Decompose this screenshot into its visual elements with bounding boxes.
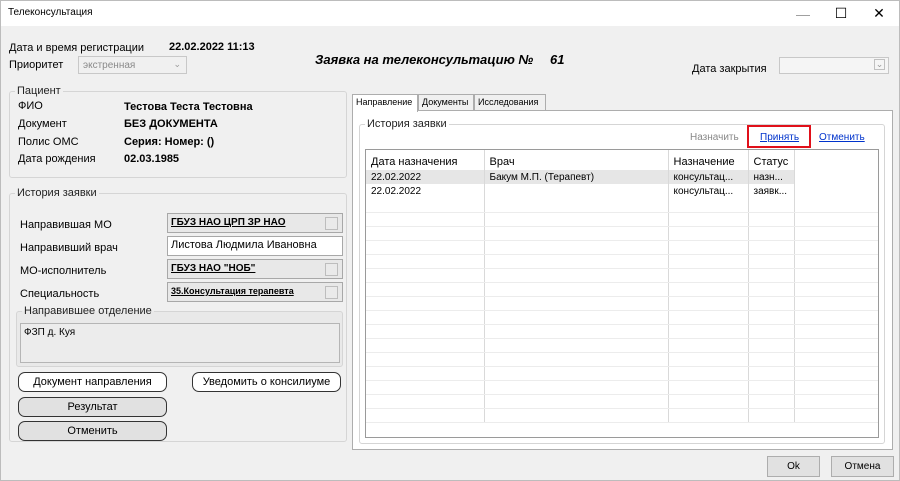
tab-examinations[interactable]: Исследования bbox=[474, 94, 546, 111]
title-bar: Телеконсультация — ☐ ✕ bbox=[1, 1, 899, 26]
dob-label: Дата рождения bbox=[18, 153, 96, 165]
department-value: ФЗП д. Куя bbox=[24, 327, 76, 338]
close-date-picker[interactable]: ⌄ bbox=[779, 57, 889, 74]
specialty-value: 35.Консультация терапевта bbox=[171, 286, 294, 296]
ref-mo-value: ГБУЗ НАО ЦРП ЗР НАО bbox=[171, 217, 286, 228]
department-field: ФЗП д. Куя bbox=[20, 323, 340, 363]
ok-button[interactable]: Ok bbox=[767, 456, 820, 477]
oms-value: Серия: Номер: () bbox=[124, 136, 215, 148]
ref-doctor-value: Листова Людмила Ивановна bbox=[171, 239, 317, 251]
referral-document-button[interactable]: Документ направления bbox=[18, 372, 167, 392]
history-table: Дата назначения Врач Назначение Статус 2… bbox=[366, 150, 878, 423]
dob-value: 02.03.1985 bbox=[124, 153, 180, 165]
registration-label: Дата и время регистрации bbox=[9, 42, 145, 54]
col-purpose-header[interactable]: Назначение bbox=[668, 150, 749, 170]
chevron-down-icon: ⌄ bbox=[173, 59, 181, 69]
window-title: Телеконсультация bbox=[8, 7, 93, 18]
ref-mo-field: ГБУЗ НАО ЦРП ЗР НАО bbox=[167, 213, 343, 233]
specialty-label: Специальность bbox=[20, 288, 100, 300]
notify-council-button[interactable]: Уведомить о консилиуме bbox=[192, 372, 341, 392]
specialty-field: 35.Консультация терапевта bbox=[167, 282, 343, 302]
row-doctor: Бакум М.П. (Терапевт) bbox=[484, 170, 669, 184]
accept-link[interactable]: Принять bbox=[760, 132, 799, 143]
row-status: назн... bbox=[748, 170, 795, 184]
row-date: 22.02.2022 bbox=[366, 170, 485, 184]
empty-row bbox=[366, 198, 878, 213]
empty-row bbox=[366, 380, 878, 395]
col-status-header[interactable]: Статус bbox=[748, 150, 795, 170]
ref-mo-label: Направившая МО bbox=[20, 219, 112, 231]
table-row[interactable]: 22.02.2022 консультац... заявк... bbox=[366, 184, 878, 198]
priority-value: экстренная bbox=[83, 60, 136, 71]
row-doctor bbox=[484, 184, 669, 198]
row-purpose: консультац... bbox=[668, 184, 749, 198]
cancel-request-button[interactable]: Отменить bbox=[18, 421, 167, 441]
ref-mo-lookup-button[interactable] bbox=[325, 217, 338, 230]
priority-label: Приоритет bbox=[9, 59, 64, 71]
header-row: Дата назначения Врач Назначение Статус bbox=[366, 150, 878, 170]
table-row[interactable]: 22.02.2022 Бакум М.П. (Терапевт) консуль… bbox=[366, 170, 878, 184]
document-value: БЕЗ ДОКУМЕНТА bbox=[124, 118, 218, 130]
empty-row bbox=[366, 254, 878, 269]
oms-label: Полис ОМС bbox=[18, 136, 79, 148]
empty-row bbox=[366, 324, 878, 339]
empty-row bbox=[366, 226, 878, 241]
footer-cancel-button[interactable]: Отмена bbox=[831, 456, 894, 477]
request-title: Заявка на телеконсультацию № bbox=[315, 52, 534, 67]
empty-row bbox=[366, 310, 878, 325]
ref-doctor-label: Направивший врач bbox=[20, 242, 118, 254]
empty-row bbox=[366, 240, 878, 255]
assign-action[interactable]: Назначить bbox=[690, 132, 739, 143]
history-panel-legend: История заявки bbox=[367, 118, 447, 130]
empty-row bbox=[366, 212, 878, 227]
empty-row bbox=[366, 296, 878, 311]
ref-doctor-field: Листова Людмила Ивановна bbox=[167, 236, 343, 256]
history-grid: Дата назначения Врач Назначение Статус 2… bbox=[365, 149, 879, 438]
specialty-lookup-button[interactable] bbox=[325, 286, 338, 299]
close-date-label: Дата закрытия bbox=[692, 63, 767, 75]
result-button[interactable]: Результат bbox=[18, 397, 167, 417]
row-filler bbox=[794, 184, 878, 198]
empty-row bbox=[366, 408, 878, 423]
empty-row bbox=[366, 338, 878, 353]
registration-value: 22.02.2022 11:13 bbox=[169, 41, 255, 53]
close-icon[interactable]: ✕ bbox=[860, 1, 898, 26]
document-label: Документ bbox=[18, 118, 67, 130]
row-purpose: консультац... bbox=[668, 170, 749, 184]
empty-row bbox=[366, 352, 878, 367]
col-doctor-header[interactable]: Врач bbox=[484, 150, 669, 170]
exec-mo-label: МО-исполнитель bbox=[20, 265, 107, 277]
exec-mo-value: ГБУЗ НАО "НОБ" bbox=[171, 263, 256, 274]
fio-value: Тестова Теста Тестовна bbox=[124, 101, 253, 113]
request-history-legend: История заявки bbox=[17, 187, 97, 199]
teleconsultation-window: Телеконсультация — ☐ ✕ Дата и время реги… bbox=[0, 0, 900, 481]
priority-select[interactable]: экстренная ⌄ bbox=[78, 56, 187, 74]
tab-referral[interactable]: Направление bbox=[352, 94, 418, 112]
fio-label: ФИО bbox=[18, 100, 43, 112]
cancel-link[interactable]: Отменить bbox=[819, 132, 865, 143]
empty-row bbox=[366, 394, 878, 409]
col-filler-header bbox=[794, 150, 878, 170]
empty-row bbox=[366, 366, 878, 381]
row-status: заявк... bbox=[748, 184, 795, 198]
row-date: 22.02.2022 bbox=[366, 184, 485, 198]
patient-legend: Пациент bbox=[17, 85, 61, 97]
exec-mo-field: ГБУЗ НАО "НОБ" bbox=[167, 259, 343, 279]
department-legend: Направившее отделение bbox=[24, 305, 152, 317]
col-date-header[interactable]: Дата назначения bbox=[366, 150, 485, 170]
request-number: 61 bbox=[550, 52, 565, 67]
tab-documents[interactable]: Документы bbox=[418, 94, 474, 111]
row-filler bbox=[794, 170, 878, 184]
maximize-icon[interactable]: ☐ bbox=[822, 1, 860, 26]
empty-row bbox=[366, 282, 878, 297]
minimize-icon[interactable]: — bbox=[784, 1, 822, 26]
exec-mo-lookup-button[interactable] bbox=[325, 263, 338, 276]
calendar-dropdown-icon: ⌄ bbox=[874, 59, 885, 70]
empty-row bbox=[366, 268, 878, 283]
